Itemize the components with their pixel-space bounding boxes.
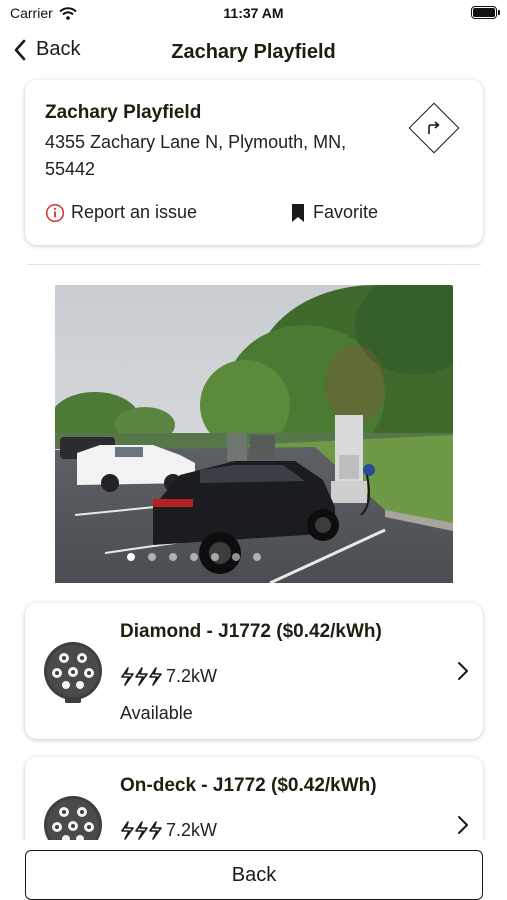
favorite-button[interactable]: Favorite (291, 202, 378, 223)
carousel-dot[interactable] (190, 553, 198, 561)
charging-power-value: 7.2kW (166, 819, 218, 840)
station-name: Zachary Playfield (45, 102, 202, 123)
charging-bolts-icon (121, 667, 162, 686)
bottom-action-bar: Back (0, 840, 507, 900)
chevron-right-icon (458, 816, 468, 834)
connector-title: Diamond - J1772 ($0.42/kWh) (120, 621, 382, 642)
availability-status: Available (120, 703, 193, 723)
chevron-right-icon (458, 662, 468, 680)
connector-card[interactable]: Diamond - J1772 ($0.42/kWh) 7.2kW Availa… (25, 603, 483, 739)
report-issue-label: Report an issue (71, 202, 198, 222)
carousel-dot[interactable] (127, 553, 135, 561)
section-divider (27, 264, 481, 265)
page-title: Zachary Playfield (171, 41, 336, 63)
carousel-dot[interactable] (211, 553, 219, 561)
station-photo (55, 285, 453, 583)
bookmark-icon (292, 203, 304, 222)
charging-power-value: 7.2kW (166, 665, 218, 686)
charging-power: 7.2kW (120, 665, 217, 687)
station-photo-carousel[interactable] (55, 285, 453, 583)
back-button[interactable]: Back (25, 850, 483, 900)
carousel-page-indicator (55, 553, 453, 561)
carousel-dot[interactable] (232, 553, 240, 561)
station-info-card: Zachary Playfield 4355 Zachary Lane N, P… (25, 80, 483, 245)
charging-bolts-icon (121, 821, 162, 840)
report-issue-button[interactable]: Report an issue (45, 202, 197, 223)
favorite-label: Favorite (313, 202, 379, 222)
info-alert-icon (45, 203, 65, 222)
carousel-dot[interactable] (253, 553, 261, 561)
connector-title: On-deck - J1772 ($0.42/kWh) (120, 775, 377, 796)
directions-button[interactable] (408, 102, 460, 154)
j1772-connector-icon (44, 642, 102, 703)
clock: 11:37 AM (223, 5, 284, 21)
navigation-bar: Back Zachary Playfield (0, 32, 507, 72)
carousel-dot[interactable] (148, 553, 156, 561)
battery-icon (471, 6, 500, 19)
charging-power: 7.2kW (120, 819, 217, 841)
carousel-dot[interactable] (169, 553, 177, 561)
station-address: 4355 Zachary Lane N, Plymouth, MN, 55442 (45, 132, 347, 179)
status-bar: Carrier 11:37 AM (0, 0, 507, 28)
turn-right-arrow-icon (428, 121, 440, 134)
